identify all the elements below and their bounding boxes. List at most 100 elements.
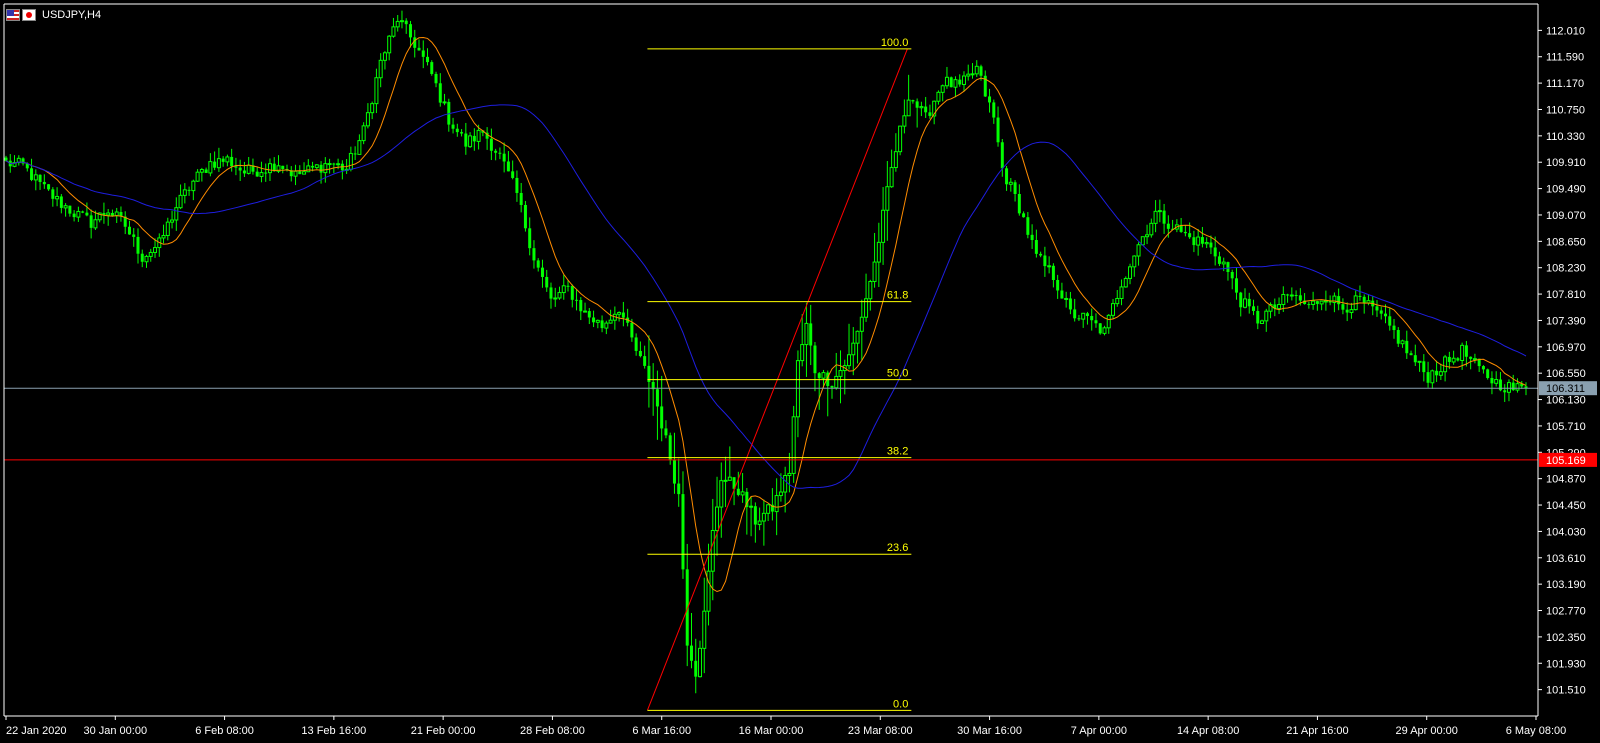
candle <box>216 147 221 172</box>
candle <box>472 128 476 151</box>
candle <box>357 134 362 155</box>
candle <box>451 117 455 134</box>
candle <box>391 17 396 38</box>
candle <box>740 473 745 503</box>
candle <box>723 456 728 507</box>
candle <box>353 146 357 160</box>
x-tick-label: 21 Apr 16:00 <box>1286 725 1348 737</box>
y-tick-label: 109.490 <box>1546 184 1586 196</box>
candle <box>191 179 196 201</box>
candle <box>238 159 242 181</box>
candle <box>800 314 805 367</box>
candle <box>365 103 370 129</box>
candle <box>1464 341 1468 367</box>
candle <box>1171 219 1175 230</box>
candle <box>1358 285 1362 301</box>
candle <box>1256 305 1260 330</box>
candle <box>677 458 681 507</box>
candle <box>1183 225 1187 237</box>
candle <box>81 210 85 214</box>
candle <box>838 350 843 404</box>
candle <box>587 308 591 325</box>
candlestick-series <box>4 10 1528 694</box>
candle <box>1430 369 1435 389</box>
candle <box>749 496 754 537</box>
candle <box>404 18 408 34</box>
moving-averages <box>5 36 1527 593</box>
candle <box>988 88 992 113</box>
y-tick-label: 106.970 <box>1546 342 1586 354</box>
x-tick-label: 16 Mar 00:00 <box>739 725 804 737</box>
candle <box>672 432 676 494</box>
candle <box>1494 371 1499 387</box>
y-tick-label: 101.510 <box>1546 685 1586 697</box>
candle <box>485 127 489 150</box>
candle <box>911 99 915 104</box>
candle <box>430 60 434 76</box>
y-tick-label: 108.230 <box>1546 263 1586 275</box>
candle <box>651 363 655 416</box>
y-tick-label: 109.910 <box>1546 157 1586 169</box>
x-tick-label: 6 May 08:00 <box>1506 725 1567 737</box>
fast-ma-line <box>5 36 1527 593</box>
candle <box>1106 314 1111 334</box>
y-tick-label: 104.870 <box>1546 474 1586 486</box>
candle <box>140 249 144 268</box>
x-tick-label: 28 Feb 08:00 <box>520 725 585 737</box>
candle <box>1047 256 1052 274</box>
candle <box>374 68 379 114</box>
y-tick-label: 104.450 <box>1546 500 1586 512</box>
candle <box>553 287 558 307</box>
candle <box>842 359 847 395</box>
candle <box>961 71 966 92</box>
candle <box>974 60 979 77</box>
candle <box>1005 165 1009 191</box>
candle <box>885 161 890 241</box>
candle <box>893 133 898 172</box>
fibonacci-retracement[interactable]: 0.0 23.6 38.2 50.0 61.8 100.0 <box>646 37 912 711</box>
price-chart[interactable]: 0.023.638.250.061.8100.0 112.010111.5901… <box>0 0 1600 743</box>
candle <box>1060 282 1064 299</box>
candle <box>757 507 762 531</box>
candle <box>795 350 800 438</box>
candle <box>148 248 153 262</box>
candle <box>1345 302 1349 322</box>
candle <box>889 149 894 188</box>
candle <box>898 125 903 156</box>
candle <box>855 330 860 364</box>
candle <box>604 320 609 335</box>
symbol-label: USDJPY,H4 <box>42 9 102 21</box>
y-tick-label: 107.810 <box>1546 289 1586 301</box>
candle <box>178 184 183 210</box>
candle <box>1000 138 1004 177</box>
candle <box>395 15 400 32</box>
y-tick-label: 106.550 <box>1546 368 1586 380</box>
candle <box>983 70 987 97</box>
candle <box>1022 211 1026 218</box>
candle <box>204 167 208 174</box>
candle <box>225 154 230 167</box>
y-tick-label: 102.350 <box>1546 632 1586 644</box>
candle <box>72 210 76 222</box>
candle <box>1417 360 1422 372</box>
candle <box>859 299 864 361</box>
candle <box>460 129 464 137</box>
candle <box>1073 298 1077 322</box>
candle <box>1192 230 1196 253</box>
candle <box>421 40 425 69</box>
candle <box>498 147 502 160</box>
candle <box>761 499 766 546</box>
candle <box>1039 251 1043 258</box>
candle <box>119 206 123 222</box>
candle <box>710 498 715 601</box>
candle <box>340 160 344 180</box>
candle <box>144 254 149 268</box>
candle <box>1013 180 1017 202</box>
candle <box>1094 313 1098 328</box>
candle <box>1242 288 1247 309</box>
candle <box>1034 229 1038 258</box>
candle <box>1064 291 1069 308</box>
candle <box>1085 311 1089 325</box>
candle <box>408 20 412 48</box>
candle <box>464 122 468 155</box>
